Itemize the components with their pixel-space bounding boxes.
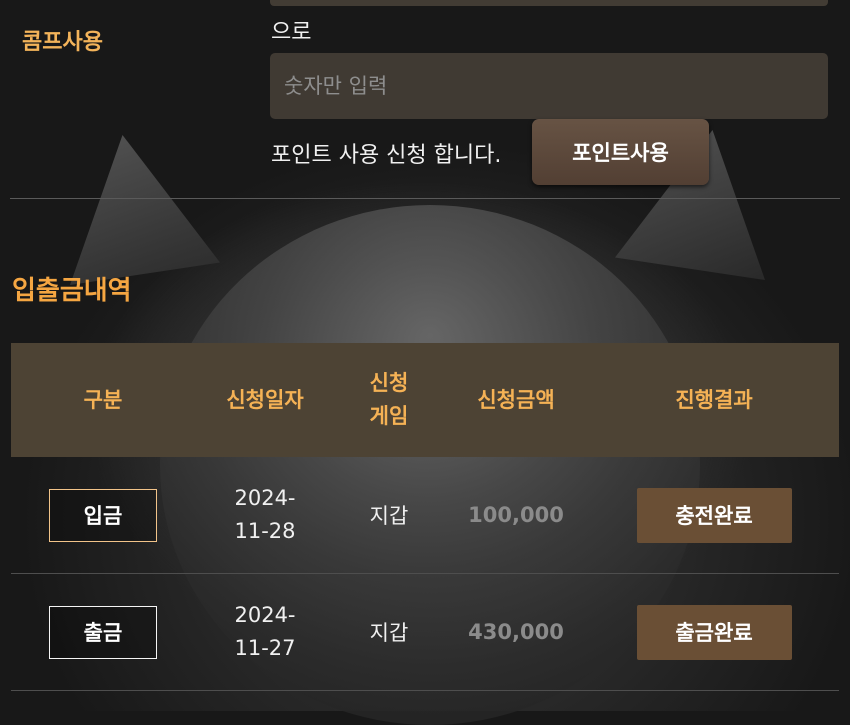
type-cell: 출금 (11, 605, 195, 659)
header-game-line1: 신청 (369, 371, 409, 395)
date-year: 2024- (234, 486, 296, 510)
date-cell: 2024- 11-28 (195, 482, 335, 548)
table-row: 출금 2024- 11-27 지갑 430,000 출금완료 (11, 574, 839, 691)
page-content: 콤프사용 으로 포인트 사용 신청 합니다. 포인트사용 입출금내역 구분 신청… (0, 0, 850, 711)
status-badge: 출금완료 (636, 604, 792, 660)
header-game-line2: 게임 (369, 404, 409, 428)
request-date: 2024- 11-28 (234, 482, 295, 548)
request-amount: 100,000 (468, 503, 564, 527)
type-cell: 입금 (11, 488, 195, 542)
request-date: 2024- 11-27 (234, 599, 295, 665)
game-cell: 지갑 (335, 500, 443, 530)
amount-cell: 430,000 (443, 620, 589, 644)
game-name: 지갑 (369, 504, 409, 528)
withdraw-badge: 출금 (49, 605, 157, 659)
header-type: 구분 (83, 387, 123, 412)
point-amount-input[interactable] (270, 53, 828, 119)
table-header: 구분 신청일자 신청 게임 신청금액 진행결과 (11, 343, 839, 457)
date-year: 2024- (234, 603, 296, 627)
previous-input-field[interactable] (270, 0, 828, 6)
use-points-button[interactable]: 포인트사용 (532, 119, 709, 185)
header-game: 신청 게임 (335, 367, 443, 433)
amount-cell: 100,000 (443, 503, 589, 527)
date-cell: 2024- 11-27 (195, 599, 335, 665)
point-request-text: 포인트 사용 신청 합니다. (271, 143, 502, 168)
game-name: 지갑 (369, 621, 409, 645)
comp-use-label: 콤프사용 (22, 30, 103, 55)
status-cell: 출금완료 (589, 604, 839, 660)
status-cell: 충전완료 (589, 487, 839, 543)
request-amount: 430,000 (468, 620, 564, 644)
date-day: 11-27 (234, 636, 296, 660)
status-badge: 충전완료 (636, 487, 792, 543)
history-section-title: 입출금내역 (12, 276, 132, 306)
header-date: 신청일자 (226, 387, 304, 412)
deposit-badge: 입금 (49, 488, 157, 542)
transaction-history-table: 구분 신청일자 신청 게임 신청금액 진행결과 입금 2024- 11-28 지… (11, 343, 839, 691)
game-cell: 지갑 (335, 617, 443, 647)
header-amount: 신청금액 (477, 387, 555, 412)
section-divider (10, 198, 840, 199)
header-status: 진행결과 (675, 387, 753, 412)
date-day: 11-28 (234, 519, 296, 543)
table-row: 입금 2024- 11-28 지갑 100,000 충전완료 (11, 457, 839, 574)
unit-text: 으로 (271, 20, 312, 45)
